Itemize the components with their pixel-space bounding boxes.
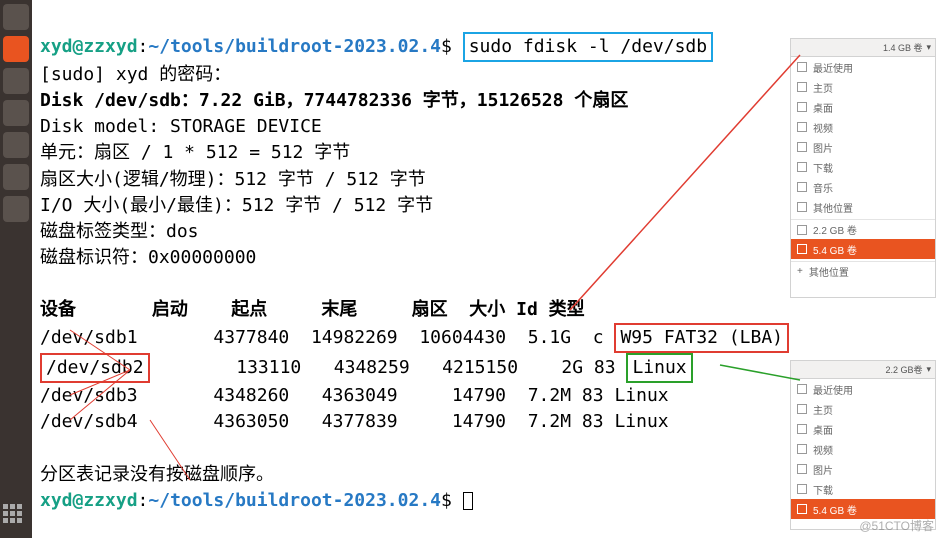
- launcher-item[interactable]: [3, 4, 29, 30]
- prompt-user: xyd@zzxyd: [40, 36, 138, 57]
- type-highlight-linux: Linux: [626, 353, 692, 383]
- trash-icon: [797, 202, 807, 212]
- partition-table-header: 设备 启动 起点 末尾 扇区 大小 Id 类型: [40, 299, 585, 320]
- table-row: /dev/sdb2 133110 4348259 4215150 2G 83 L…: [40, 357, 693, 378]
- clock-icon: [797, 384, 807, 394]
- list-item[interactable]: 桌面: [791, 419, 935, 439]
- list-item[interactable]: 最近使用: [791, 57, 935, 77]
- list-item[interactable]: + 其他位置: [791, 261, 935, 281]
- drive-icon: [797, 225, 807, 235]
- list-item[interactable]: 桌面: [791, 97, 935, 117]
- list-item[interactable]: 图片: [791, 137, 935, 157]
- panel-title: 1.4 GB 卷▾: [791, 39, 935, 57]
- command-highlight: sudo fdisk -l /dev/sdb: [463, 32, 713, 62]
- picture-icon: [797, 464, 807, 474]
- label-id: 磁盘标识符：0x00000000: [40, 247, 256, 268]
- download-icon: [797, 162, 807, 172]
- launcher-item[interactable]: [3, 100, 29, 126]
- list-item[interactable]: 音乐: [791, 177, 935, 197]
- warning-line: 分区表记录没有按磁盘顺序。: [40, 464, 274, 485]
- launcher-item[interactable]: [3, 164, 29, 190]
- list-item[interactable]: 最近使用: [791, 379, 935, 399]
- label-type: 磁盘标签类型：dos: [40, 221, 199, 242]
- desktop-icon: [797, 424, 807, 434]
- launcher-item[interactable]: [3, 132, 29, 158]
- prompt-path: ~/tools/buildroot-2023.02.4: [148, 36, 441, 57]
- table-row: /dev/sdb4 4363050 4377839 14790 7.2M 83 …: [40, 411, 669, 432]
- list-item[interactable]: 视频: [791, 117, 935, 137]
- music-icon: [797, 182, 807, 192]
- file-manager-popup-bottom[interactable]: 2.2 GB卷▾ 最近使用 主页 桌面 视频 图片 下载 5.4 GB 卷: [790, 360, 936, 530]
- list-item-volume[interactable]: 2.2 GB 卷: [791, 219, 935, 239]
- launcher-item[interactable]: [3, 68, 29, 94]
- picture-icon: [797, 142, 807, 152]
- download-icon: [797, 484, 807, 494]
- video-icon: [797, 122, 807, 132]
- list-item[interactable]: 主页: [791, 77, 935, 97]
- io-line: I/O 大小(最小/最佳)：512 字节 / 512 字节: [40, 195, 433, 216]
- launcher-item[interactable]: [3, 196, 29, 222]
- list-item-volume-active[interactable]: 5.4 GB 卷: [791, 239, 935, 259]
- disk-model: Disk model: STORAGE DEVICE: [40, 116, 322, 137]
- desktop-icon: [797, 102, 807, 112]
- list-item[interactable]: 下载: [791, 479, 935, 499]
- list-item[interactable]: 其他位置: [791, 197, 935, 217]
- prompt-user: xyd@zzxyd: [40, 490, 138, 511]
- file-manager-popup-top[interactable]: 1.4 GB 卷▾ 最近使用 主页 桌面 视频 图片 下载 音乐 其他位置 2.…: [790, 38, 936, 298]
- list-item[interactable]: 视频: [791, 439, 935, 459]
- drive-icon: [797, 244, 807, 254]
- ubuntu-launcher: [0, 0, 32, 538]
- sudo-prompt: [sudo] xyd 的密码：: [40, 64, 231, 85]
- device-highlight-sdb2: /dev/sdb2: [40, 353, 150, 383]
- prompt-path: ~/tools/buildroot-2023.02.4: [148, 490, 441, 511]
- launcher-apps-icon[interactable]: [3, 504, 29, 530]
- type-highlight-fat32: W95 FAT32 (LBA): [614, 323, 789, 353]
- table-row: /dev/sdb3 4348260 4363049 14790 7.2M 83 …: [40, 385, 669, 406]
- list-item[interactable]: 下载: [791, 157, 935, 177]
- clock-icon: [797, 62, 807, 72]
- terminal-cursor: [463, 492, 473, 510]
- list-item[interactable]: 主页: [791, 399, 935, 419]
- panel-title: 2.2 GB卷▾: [791, 361, 935, 379]
- video-icon: [797, 444, 807, 454]
- table-row: /dev/sdb1 4377840 14982269 10604430 5.1G…: [40, 327, 789, 348]
- sector-line: 扇区大小(逻辑/物理)：512 字节 / 512 字节: [40, 169, 426, 190]
- drive-icon: [797, 504, 807, 514]
- watermark: @51CTO博客: [859, 517, 934, 534]
- disk-summary: Disk /dev/sdb：7.22 GiB，7744782336 字节，151…: [40, 90, 628, 111]
- list-item[interactable]: 图片: [791, 459, 935, 479]
- unit-line: 单元：扇区 / 1 * 512 = 512 字节: [40, 142, 350, 163]
- launcher-item-ubuntu[interactable]: [3, 36, 29, 62]
- terminal-output[interactable]: xyd@zzxyd:~/tools/buildroot-2023.02.4$ s…: [34, 2, 786, 528]
- home-icon: [797, 404, 807, 414]
- home-icon: [797, 82, 807, 92]
- list-item-volume-active[interactable]: 5.4 GB 卷: [791, 499, 935, 519]
